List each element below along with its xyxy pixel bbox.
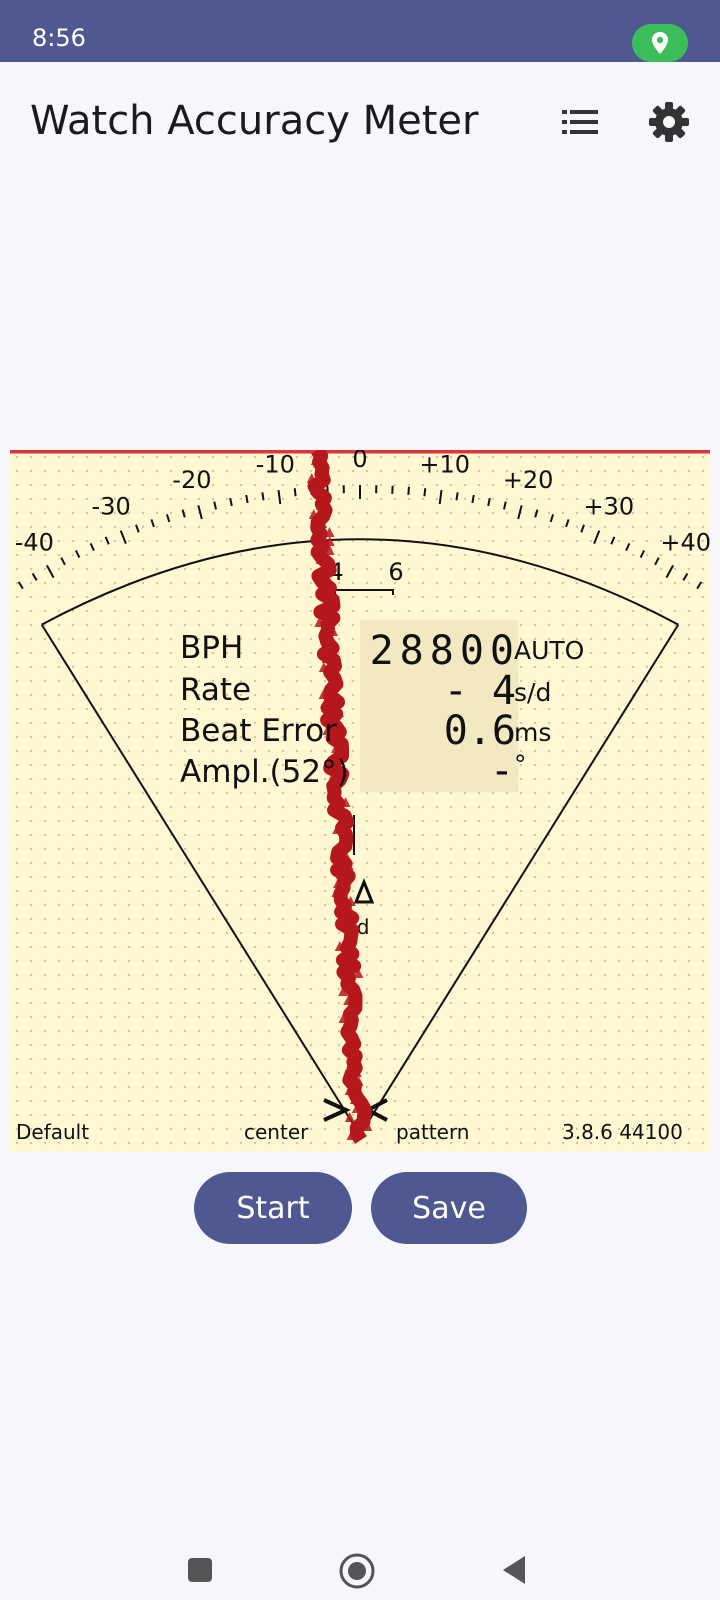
scale-tick bbox=[165, 514, 171, 523]
version-label: 3.8.6 44100 bbox=[562, 1120, 683, 1144]
scale-tick bbox=[245, 494, 249, 504]
scale-tick bbox=[261, 492, 265, 501]
scale-tick bbox=[517, 505, 523, 520]
scale-tick bbox=[150, 519, 155, 528]
amplitude-label: Ampl.(52°) bbox=[180, 754, 349, 790]
beat-error-label: Beat Error bbox=[180, 713, 337, 749]
location-pin-icon bbox=[652, 32, 668, 54]
scale-tick bbox=[625, 543, 631, 552]
scale-tick bbox=[423, 488, 427, 497]
location-indicator bbox=[632, 24, 688, 62]
scale-tick bbox=[654, 557, 660, 566]
scale-labels: -50-40-30-20-100+10+20+30+40+50 bbox=[15, 450, 710, 557]
scale-tick bbox=[407, 486, 410, 495]
scale-tick bbox=[181, 509, 186, 518]
scale-tick bbox=[549, 514, 555, 523]
page-title: Watch Accuracy Meter bbox=[30, 98, 479, 144]
scale-tick bbox=[534, 509, 539, 518]
profile-label: Default bbox=[16, 1120, 90, 1144]
scale-label: -40 bbox=[15, 529, 54, 557]
scale-tick bbox=[135, 524, 140, 533]
status-time: 8:56 bbox=[32, 24, 86, 52]
meter-dial: -50-40-30-20-100+10+20+30+40+50 4 6 /d bbox=[10, 450, 710, 1144]
home-circle-icon[interactable] bbox=[338, 1552, 376, 1590]
square-icon[interactable] bbox=[186, 1556, 214, 1584]
scale-tick bbox=[639, 549, 646, 559]
scale-label: +10 bbox=[419, 450, 470, 478]
scale-label: -10 bbox=[256, 450, 295, 478]
scale-tick bbox=[197, 505, 203, 520]
scale-tick bbox=[119, 530, 127, 545]
pattern-label: pattern bbox=[396, 1120, 470, 1144]
scale-tick bbox=[455, 492, 459, 501]
center-chevron-icon bbox=[323, 1098, 351, 1122]
list-icon bbox=[562, 110, 598, 134]
scale-label: +40 bbox=[660, 529, 710, 557]
marker-right-label: 6 bbox=[388, 558, 403, 586]
beat-error-unit: ms bbox=[514, 718, 552, 747]
scale-tick bbox=[74, 549, 81, 559]
scale-tick bbox=[277, 490, 282, 505]
amplitude-unit: ° bbox=[514, 750, 527, 779]
scale-label: -30 bbox=[92, 492, 131, 520]
scale-label: 0 bbox=[352, 450, 367, 473]
app-bar: Watch Accuracy Meter bbox=[0, 62, 720, 182]
scale-tick bbox=[580, 524, 585, 533]
scale-label: +30 bbox=[584, 492, 635, 520]
back-triangle-icon[interactable] bbox=[499, 1554, 529, 1586]
scale-tick bbox=[682, 572, 689, 581]
scale-tick bbox=[438, 490, 443, 505]
rate-label: Rate bbox=[180, 672, 252, 708]
scale-tick bbox=[104, 536, 110, 545]
scale-tick bbox=[229, 497, 233, 507]
scale-tick bbox=[503, 501, 507, 510]
scale-arc bbox=[41, 538, 679, 626]
list-button[interactable] bbox=[556, 98, 604, 146]
bph-label: BPH bbox=[180, 630, 244, 666]
scale-tick bbox=[213, 501, 217, 510]
scale-tick bbox=[565, 519, 570, 528]
timing-trace bbox=[306, 450, 373, 1144]
settings-button[interactable] bbox=[645, 98, 693, 146]
scale-tick bbox=[45, 564, 55, 579]
rate-unit: s/d bbox=[514, 678, 552, 707]
start-button[interactable]: Start bbox=[194, 1172, 352, 1244]
scale-label: -20 bbox=[172, 466, 211, 494]
bph-unit: AUTO bbox=[514, 636, 585, 665]
amplitude-value: - bbox=[489, 748, 514, 794]
scale-label: +20 bbox=[503, 466, 554, 494]
scale-tick bbox=[610, 536, 616, 545]
status-bar: 8:56 bbox=[0, 0, 720, 62]
scale-tick bbox=[31, 572, 38, 581]
scale-tick bbox=[696, 581, 703, 590]
system-nav-bar bbox=[0, 1512, 720, 1600]
delta-icon bbox=[353, 877, 375, 904]
scale-tick bbox=[89, 543, 95, 552]
scale-tick bbox=[471, 494, 475, 504]
rate-marker-bracket bbox=[334, 589, 394, 595]
trace-line bbox=[307, 450, 372, 1144]
scale-tick bbox=[60, 557, 66, 566]
scale-tick bbox=[593, 530, 601, 545]
center-label: center bbox=[244, 1120, 309, 1144]
scale-tick bbox=[293, 488, 297, 497]
save-button[interactable]: Save bbox=[371, 1172, 527, 1244]
scale-tick bbox=[487, 497, 491, 507]
gear-icon bbox=[649, 102, 689, 142]
scale-tick bbox=[17, 581, 24, 590]
accuracy-meter: -50-40-30-20-100+10+20+30+40+50 4 6 /d B… bbox=[10, 450, 710, 1152]
scale-tick bbox=[665, 564, 675, 579]
